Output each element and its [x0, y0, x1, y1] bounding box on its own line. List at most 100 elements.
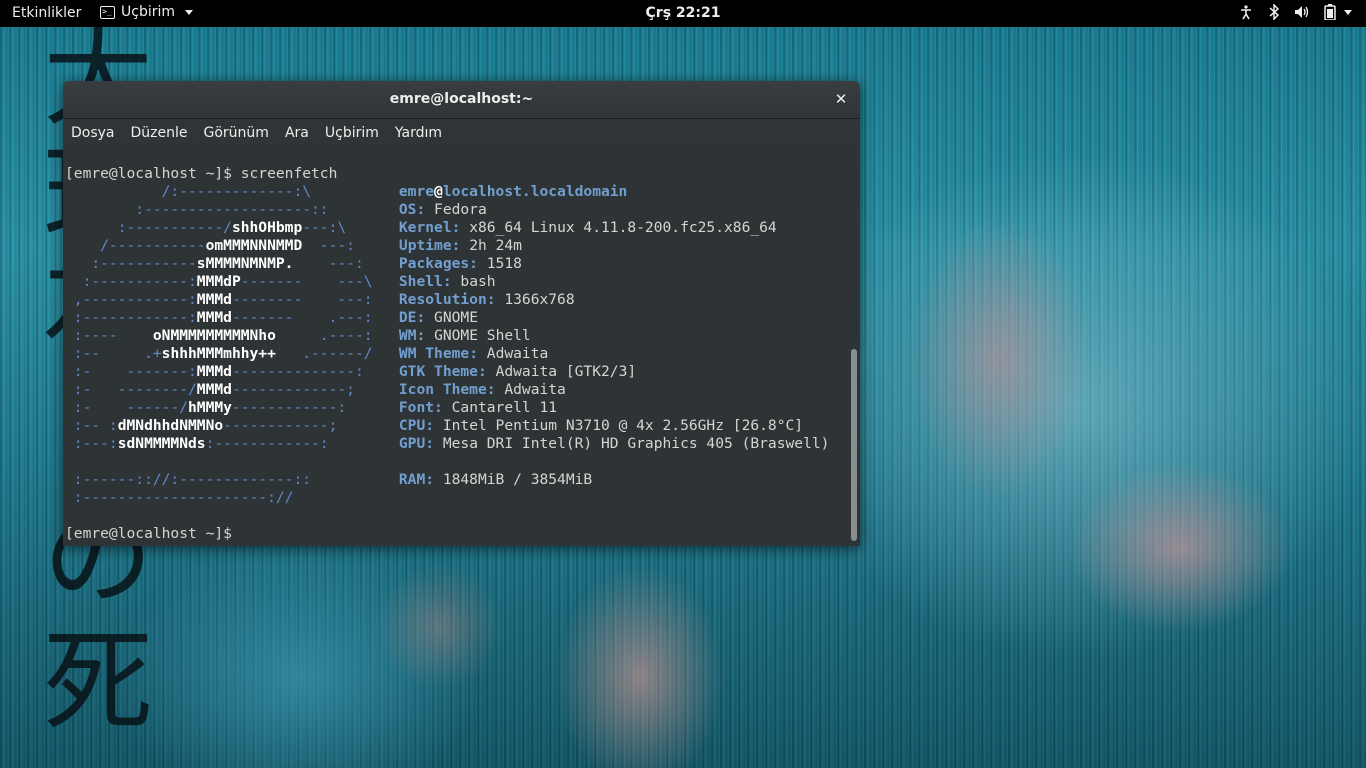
logo-segment: ---: — [293, 255, 399, 272]
menu-file[interactable]: Dosya — [65, 119, 121, 147]
battery-icon[interactable] — [1324, 4, 1336, 20]
logo-segment: /:-------------:\ — [65, 183, 399, 200]
logo-segment: ------------; — [223, 417, 399, 434]
info-value: bash — [460, 273, 496, 290]
window-titlebar[interactable]: emre@localhost:~ ✕ — [63, 81, 860, 119]
wallpaper-kanji-5: 死 — [43, 618, 153, 746]
logo-segment: :---- — [65, 327, 153, 344]
logo-segment: :-- : — [65, 417, 118, 434]
logo-segment: ---:\ — [302, 219, 399, 236]
info-user: emre — [398, 183, 435, 200]
terminal-output: [emre@localhost ~]$ screenfetch /:------… — [65, 165, 829, 543]
window-title: emre@localhost:~ — [389, 91, 534, 107]
info-value: GNOME Shell — [434, 327, 531, 344]
info-key: Font: — [398, 399, 443, 416]
terminal-area[interactable]: [emre@localhost ~]$ screenfetch /:------… — [63, 147, 860, 546]
logo-segment: :------:://:-------------:: — [65, 471, 399, 488]
logo-segment: ------------: — [231, 399, 399, 416]
logo-segment: sMMMMNMNMP. — [196, 255, 294, 272]
info-key: Uptime: — [398, 237, 461, 254]
menu-bar: Dosya Düzenle Görünüm Ara Uçbirim Yardım — [63, 119, 860, 148]
menu-help[interactable]: Yardım — [389, 119, 448, 147]
info-value: GNOME — [434, 309, 478, 326]
system-menu-chevron-icon[interactable] — [1344, 9, 1352, 15]
logo-segment: ------- ---\ — [240, 273, 399, 290]
menu-edit[interactable]: Düzenle — [125, 119, 194, 147]
logo-segment: oNMMMMMMMMMNho — [152, 327, 276, 344]
terminal-app-icon: >_ — [100, 5, 115, 19]
info-key: Icon Theme: — [398, 381, 496, 398]
info-value: 2h 24m — [469, 237, 522, 254]
app-menu-label: Uçbirim — [121, 4, 176, 20]
info-key: GPU: — [398, 435, 435, 452]
close-icon[interactable]: ✕ — [832, 90, 850, 108]
shell-command: screenfetch — [240, 165, 338, 182]
logo-segment: MMMd — [196, 381, 232, 398]
logo-segment: --------------: — [231, 363, 399, 380]
logo-segment: :-- .+ — [65, 345, 162, 362]
info-key: DE: — [398, 309, 426, 326]
logo-segment: :---: — [65, 435, 118, 452]
info-value: Cantarell 11 — [451, 399, 558, 416]
chevron-down-icon — [185, 9, 194, 15]
activities-button[interactable]: Etkinlikler — [12, 5, 81, 21]
info-value: Adwaita — [486, 345, 549, 362]
logo-segment: MMMdP — [196, 273, 241, 290]
logo-segment: sdNMMMMNds — [117, 435, 206, 452]
info-key: RAM: — [398, 471, 435, 488]
shell-prompt-current: [emre@localhost ~]$ — [65, 525, 232, 542]
app-menu-button[interactable]: >_ Uçbirim — [100, 4, 194, 20]
info-key: WM: — [398, 327, 426, 344]
logo-segment: -------------; — [231, 381, 399, 398]
logo-segment: shhhMMMmhhy++ — [161, 345, 276, 362]
system-tray[interactable] — [1238, 4, 1352, 20]
logo-segment: :- -------: — [65, 363, 197, 380]
logo-segment: hMMMy — [188, 399, 232, 416]
logo-segment: :-----------/ — [65, 219, 232, 236]
logo-segment: omMMMNNNMMD — [205, 237, 303, 254]
logo-segment: MMMd — [196, 363, 232, 380]
menu-view[interactable]: Görünüm — [198, 119, 275, 147]
logo-segment: :-------------------:: — [65, 201, 399, 218]
info-key: CPU: — [398, 417, 435, 434]
logo-segment: shhOHbmp — [231, 219, 303, 236]
bluetooth-icon[interactable] — [1268, 4, 1280, 20]
logo-segment: :----------- — [65, 255, 197, 272]
accessibility-icon[interactable] — [1238, 4, 1254, 20]
info-value: 1518 — [486, 255, 522, 272]
scrollbar-thumb[interactable] — [851, 349, 857, 541]
logo-segment: :- ------/ — [65, 399, 189, 416]
shell-prompt: [emre@localhost ~]$ — [65, 165, 241, 182]
logo-segment: .----: — [275, 327, 399, 344]
logo-segment: ---: — [302, 237, 399, 254]
logo-segment — [65, 453, 399, 470]
logo-segment: MMMd — [196, 291, 232, 308]
logo-segment: :---------------------:// — [65, 489, 399, 506]
info-key: Packages: — [398, 255, 478, 272]
terminal-window[interactable]: emre@localhost:~ ✕ Dosya Düzenle Görünüm… — [63, 81, 860, 546]
clock-button[interactable]: Çrş 22:21 — [646, 5, 721, 21]
logo-segment: ------- .---: — [231, 309, 399, 326]
info-value: 1848MiB / 3854MiB — [442, 471, 593, 488]
logo-segment: :------------: — [205, 435, 399, 452]
info-key: WM Theme: — [398, 345, 478, 362]
info-host: localhost.localdomain — [442, 183, 628, 200]
info-value: 1366x768 — [504, 291, 575, 308]
menu-terminal[interactable]: Uçbirim — [319, 119, 385, 147]
info-value: Adwaita — [504, 381, 566, 398]
info-key: Resolution: — [398, 291, 496, 308]
info-value: Fedora — [434, 201, 487, 218]
info-value: Adwaita [GTK2/3] — [495, 363, 637, 380]
volume-icon[interactable] — [1294, 4, 1310, 20]
logo-segment: MMMd — [196, 309, 232, 326]
info-key: OS: — [398, 201, 426, 218]
logo-segment: .------/ — [275, 345, 399, 362]
logo-segment: :------------: — [65, 309, 197, 326]
info-value: Intel Pentium N3710 @ 4x 2.56GHz [26.8°C… — [442, 417, 804, 434]
logo-segment: dMNdhhdNMMNo — [117, 417, 224, 434]
menu-search[interactable]: Ara — [279, 119, 315, 147]
logo-segment: :- --------/ — [65, 381, 197, 398]
gnome-top-bar: Etkinlikler >_ Uçbirim Çrş 22:21 — [0, 0, 1366, 27]
info-key: Kernel: — [398, 219, 461, 236]
logo-segment: /----------- — [65, 237, 206, 254]
